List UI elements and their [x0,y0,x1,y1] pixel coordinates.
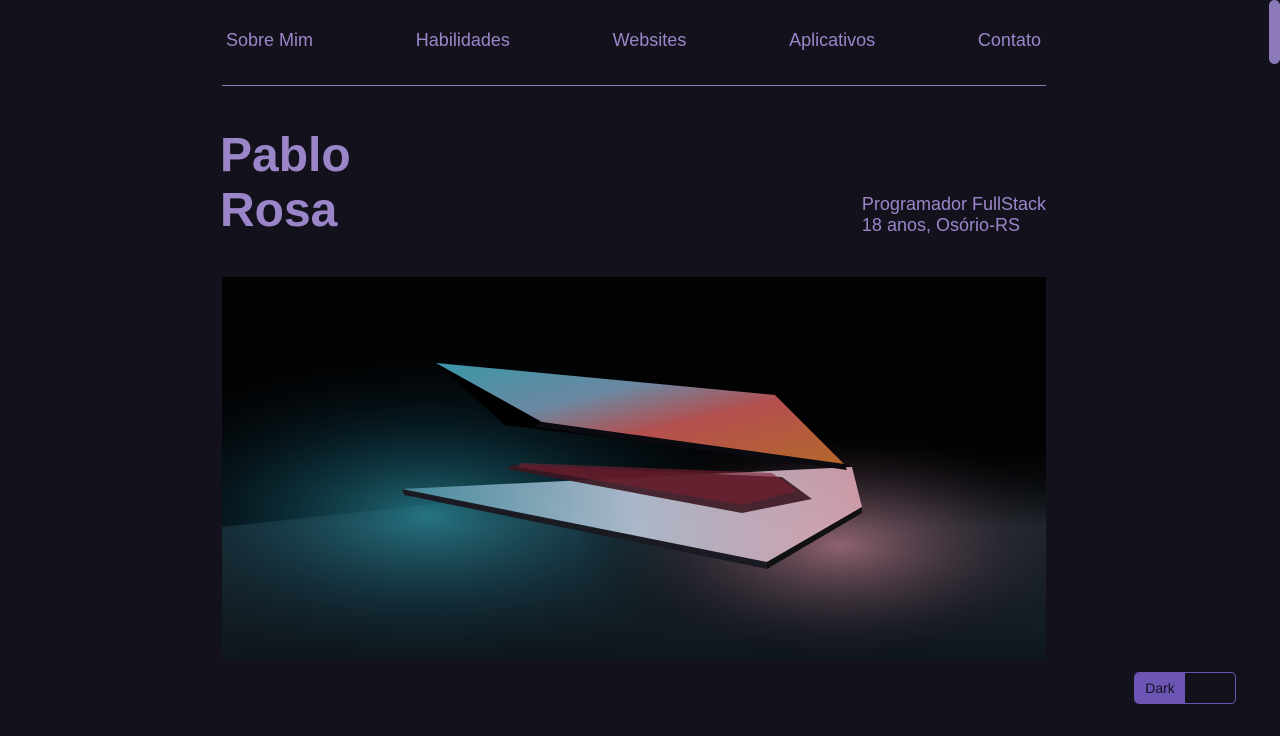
theme-toggle[interactable]: Dark [1134,672,1236,704]
role-text: Programador FullStack [861,194,1046,214]
profile-info: Programador FullStack 18 anos, Osório-RS [862,194,1046,236]
laptop-image [222,277,1046,661]
top-nav: Sobre Mim Habilidades Websites Aplicativ… [222,0,1046,86]
hero-section: Pablo Rosa Programador FullStack 18 anos… [220,86,1046,276]
nav-link-habilidades[interactable]: Habilidades [416,30,510,51]
nav-link-sobre-mim[interactable]: Sobre Mim [226,30,313,51]
page-title: Pablo Rosa [220,128,351,238]
nav-link-websites[interactable]: Websites [613,30,687,51]
nav-link-contato[interactable]: Contato [978,30,1041,51]
scrollbar[interactable] [1268,0,1280,736]
last-name: Rosa [220,184,338,237]
main-container: Sobre Mim Habilidades Websites Aplicativ… [220,0,1046,661]
first-name: Pablo [220,129,351,182]
page: Sobre Mim Habilidades Websites Aplicativ… [0,0,1280,736]
hero-image [222,277,1046,661]
theme-toggle-dark-label: Dark [1135,673,1185,703]
age-location-text: 18 anos, Osório-RS [861,215,1020,235]
theme-toggle-off-side [1185,673,1235,703]
scrollbar-thumb[interactable] [1269,0,1280,64]
nav-link-aplicativos[interactable]: Aplicativos [789,30,875,51]
